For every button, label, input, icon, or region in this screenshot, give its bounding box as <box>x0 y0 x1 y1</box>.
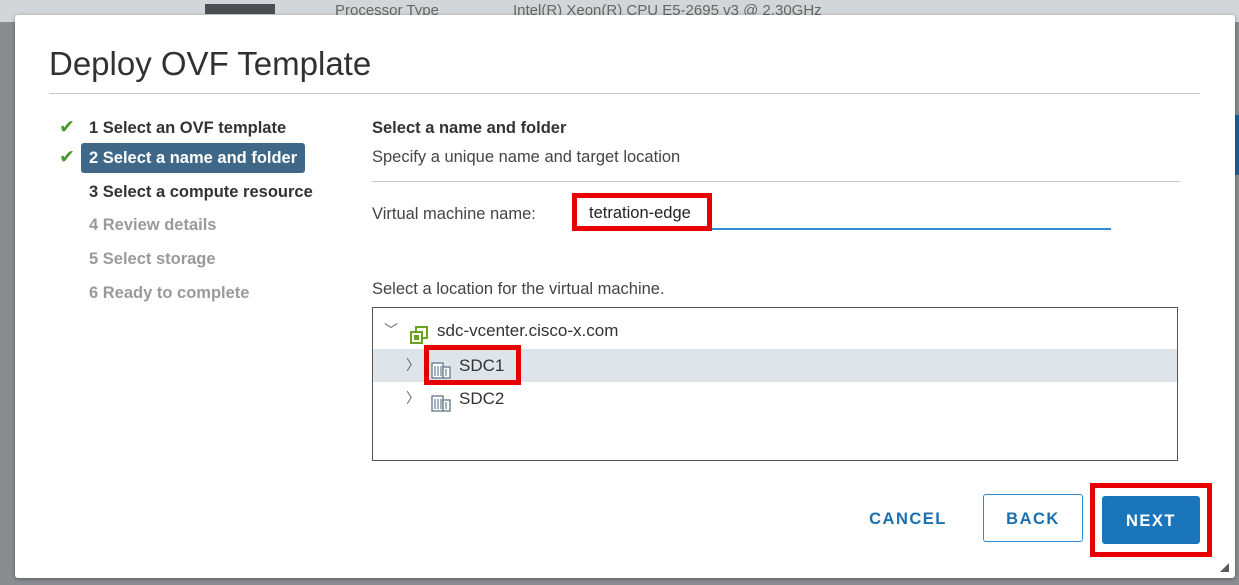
background-bar <box>205 4 275 14</box>
chevron-right-icon[interactable]: 〉 <box>405 382 421 415</box>
datacenter-icon <box>431 390 451 412</box>
section-subtitle: Specify a unique name and target locatio… <box>372 148 681 166</box>
vm-name-label: Virtual machine name: <box>372 205 536 223</box>
tree-node-label: sdc-vcenter.cisco-x.com <box>437 321 619 340</box>
tree-node-sdc2[interactable]: 〉 SDC2 <box>373 382 1177 415</box>
step-6: 6 Ready to complete <box>55 278 345 308</box>
step-label: 1 Select an OVF template <box>89 119 287 137</box>
vcenter-icon <box>410 322 428 344</box>
step-5: 5 Select storage <box>55 244 345 274</box>
step-label: 5 Select storage <box>89 250 216 268</box>
dialog-title: Deploy OVF Template <box>49 45 372 82</box>
tree-node-label: SDC2 <box>459 389 505 408</box>
step-label: 6 Ready to complete <box>89 284 250 302</box>
highlight-box-vm-name <box>572 193 712 231</box>
check-icon: ✔ <box>59 117 75 138</box>
deploy-ovf-dialog: Deploy OVF Template ✔ 1 Select an OVF te… <box>15 15 1235 578</box>
step-label: 4 Review details <box>89 216 217 234</box>
step-3[interactable]: 3 Select a compute resource <box>55 177 345 207</box>
chevron-right-icon[interactable]: 〉 <box>405 349 421 382</box>
section-title: Select a name and folder <box>372 119 567 137</box>
location-label: Select a location for the virtual machin… <box>372 280 665 298</box>
step-label: 2 Select a name and folder <box>81 143 306 173</box>
highlight-box-sdc1 <box>424 345 521 385</box>
check-icon: ✔ <box>59 147 75 168</box>
tree-node-vcenter[interactable]: ﹀ sdc-vcenter.cisco-x.com <box>373 314 1177 347</box>
back-button[interactable]: BACK <box>983 494 1083 542</box>
title-divider <box>49 93 1200 94</box>
highlight-box-next <box>1090 483 1212 557</box>
step-label: 3 Select a compute resource <box>89 183 313 201</box>
step-1[interactable]: ✔ 1 Select an OVF template <box>55 113 345 143</box>
background-accent <box>1235 115 1239 175</box>
cancel-button[interactable]: CANCEL <box>853 495 963 543</box>
section-divider <box>372 181 1180 182</box>
chevron-down-icon[interactable]: ﹀ <box>383 314 399 347</box>
resize-grip-icon[interactable] <box>1220 563 1229 572</box>
step-2[interactable]: ✔ 2 Select a name and folder <box>55 143 345 173</box>
step-4: 4 Review details <box>55 210 345 240</box>
